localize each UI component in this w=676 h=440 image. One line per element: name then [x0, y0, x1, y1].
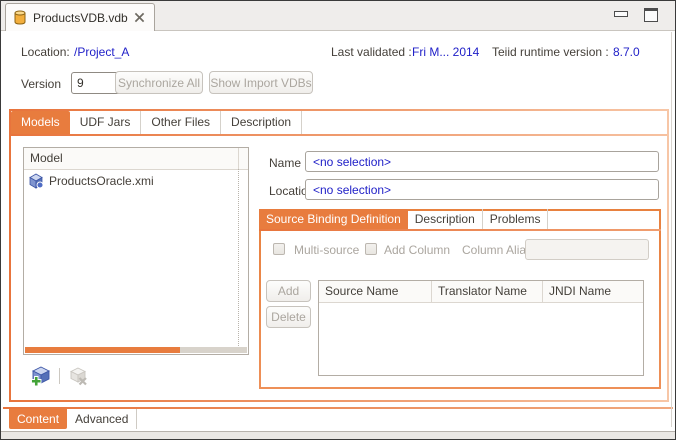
tab-other-files[interactable]: Other Files [141, 111, 221, 134]
add-button[interactable]: Add [266, 280, 311, 302]
location-value: /Project_A [74, 45, 129, 59]
remove-model-button[interactable] [67, 365, 89, 387]
table-row[interactable]: ProductsOracle.xmi [24, 170, 248, 192]
editor-tab-productsvdb[interactable]: ProductsVDB.vdb [5, 3, 155, 31]
translator-name-header: Translator Name [432, 281, 543, 302]
editor-right-edge [671, 32, 672, 427]
tab-problems[interactable]: Problems [483, 209, 549, 229]
name-label: Name [269, 156, 301, 170]
tab-source-binding-definition[interactable]: Source Binding Definition [259, 209, 408, 229]
location-label: Location: [21, 45, 70, 59]
minimize-icon[interactable] [614, 11, 628, 17]
name-field[interactable]: <no selection> [305, 151, 659, 172]
close-icon[interactable] [134, 12, 145, 23]
model-location-field[interactable]: <no selection> [305, 179, 659, 200]
remove-model-icon [67, 365, 89, 387]
runtime-version-value: 8.7.0 [613, 45, 640, 59]
last-validated-value: Fri M... 2014 [412, 45, 479, 59]
column-alias-label: Column Alias [462, 243, 532, 257]
runtime-version-label: Teiid runtime version : [492, 45, 609, 59]
models-table: Model ProductsOracle.xmi [23, 147, 249, 355]
jndi-name-header: JNDI Name [543, 281, 643, 302]
multi-source-label: Multi-source [294, 243, 359, 257]
editor-tab-title: ProductsVDB.vdb [33, 11, 128, 25]
synchronize-all-button[interactable]: Synchronize All [115, 71, 203, 94]
add-model-icon [29, 365, 51, 387]
delete-button[interactable]: Delete [266, 306, 311, 328]
vdb-database-icon [13, 10, 27, 25]
column-divider-dotted [238, 169, 239, 346]
multi-source-checkbox[interactable] [273, 243, 285, 255]
tab-description-inner[interactable]: Description [408, 209, 483, 229]
tab-udf-jars[interactable]: UDF Jars [70, 111, 142, 134]
page-tab-advanced[interactable]: Advanced [67, 409, 137, 429]
sources-table-header: Source Name Translator Name JNDI Name [319, 281, 643, 303]
page-tab-content[interactable]: Content [9, 409, 67, 429]
version-label: Version [21, 77, 61, 91]
model-column-header-label: Model [30, 151, 63, 165]
add-column-label: Add Column [384, 243, 450, 257]
source-binding-tab-bar: Source Binding Definition Description Pr… [259, 209, 548, 229]
tab-separator-line [11, 134, 667, 136]
column-alias-input[interactable] [525, 239, 649, 260]
column-divider [238, 148, 239, 169]
vdb-editor-window: ProductsVDB.vdb Location: /Project_A Las… [0, 0, 676, 440]
source-binding-tab-separator [259, 229, 661, 231]
sources-table: Source Name Translator Name JNDI Name [318, 280, 644, 376]
horizontal-scrollbar[interactable] [25, 347, 247, 353]
tab-models[interactable]: Models [11, 111, 70, 134]
editor-tab-strip: ProductsVDB.vdb [1, 1, 675, 31]
page-tab-bar: Content Advanced [9, 409, 137, 429]
bottom-strip [1, 431, 675, 440]
source-name-header: Source Name [319, 281, 432, 302]
maximize-icon[interactable] [644, 8, 658, 22]
version-input[interactable] [71, 72, 121, 94]
add-column-checkbox[interactable] [365, 243, 377, 255]
model-cube-icon [28, 173, 44, 189]
show-import-vdbs-button[interactable]: Show Import VDBs [209, 71, 313, 94]
content-tab-bar: Models UDF Jars Other Files Description [11, 111, 302, 134]
scrollbar-thumb[interactable] [25, 347, 180, 353]
tab-description[interactable]: Description [221, 111, 302, 134]
model-column-header: Model [24, 148, 248, 170]
add-model-button[interactable] [29, 365, 51, 387]
last-validated-label: Last validated : [331, 45, 412, 59]
toolbar-separator [59, 368, 60, 384]
model-row-label: ProductsOracle.xmi [49, 174, 154, 188]
